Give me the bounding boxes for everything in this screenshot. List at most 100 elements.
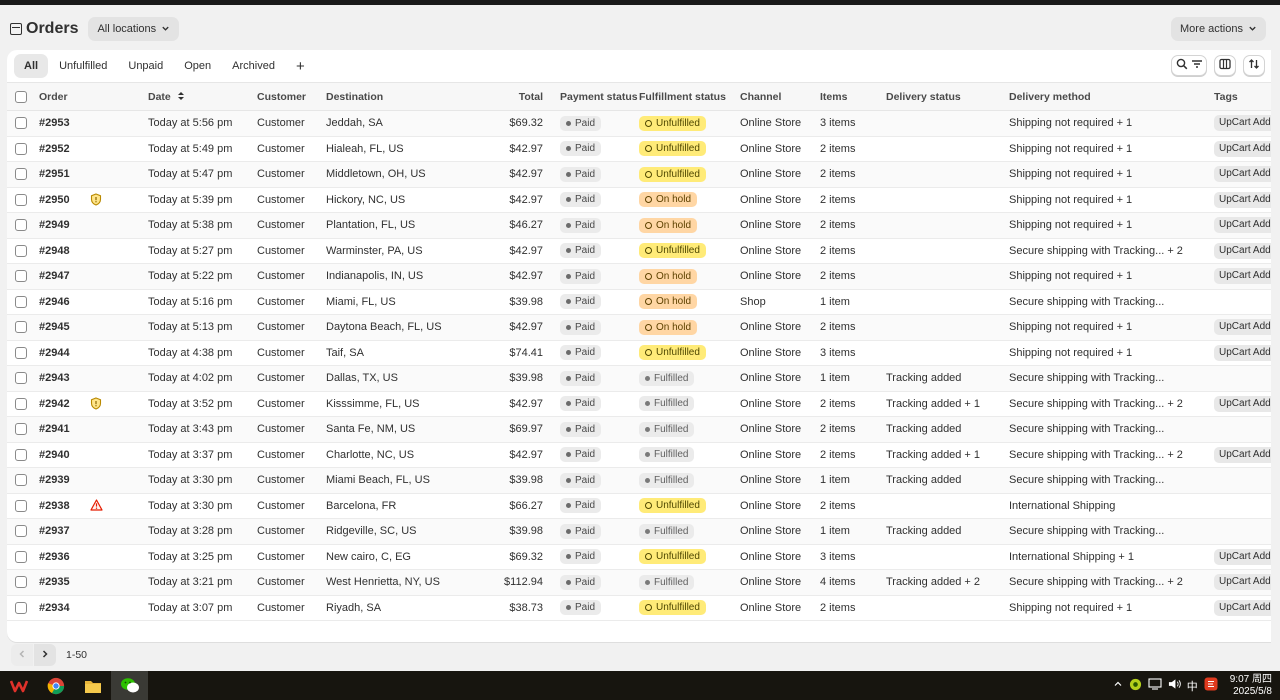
items-cell[interactable]: 2 items (820, 321, 886, 333)
table-row[interactable]: #2934 Today at 3:07 pm Customer Riyadh, SA $… (7, 596, 1271, 621)
select-all-checkbox[interactable] (15, 90, 27, 103)
items-cell[interactable]: 2 items (820, 168, 886, 180)
col-destination[interactable]: Destination (326, 91, 471, 103)
items-cell[interactable]: 2 items (820, 449, 886, 461)
items-cell[interactable]: 1 item (820, 296, 886, 308)
customer-cell[interactable]: Customer (257, 321, 326, 333)
customer-cell[interactable]: Customer (257, 525, 326, 537)
network-icon[interactable] (1148, 678, 1162, 693)
status-dot-icon[interactable] (1129, 678, 1142, 694)
add-view-button[interactable]: + (286, 54, 315, 78)
tab-all[interactable]: All (14, 54, 49, 78)
order-number-link[interactable]: #2950 (39, 194, 70, 206)
order-number-link[interactable]: #2946 (39, 296, 70, 308)
items-cell[interactable]: 2 items (820, 194, 886, 206)
items-cell[interactable]: 2 items (820, 270, 886, 282)
row-checkbox[interactable] (15, 474, 27, 487)
row-checkbox[interactable] (15, 576, 27, 589)
customer-cell[interactable]: Customer (257, 296, 326, 308)
order-number-link[interactable]: #2937 (39, 525, 70, 537)
table-row[interactable]: #2947 Today at 5:22 pm Customer Indianapoli… (7, 264, 1271, 290)
row-checkbox[interactable] (15, 499, 27, 512)
customer-cell[interactable]: Customer (257, 219, 326, 231)
customer-cell[interactable]: Customer (257, 474, 326, 486)
customer-cell[interactable]: Customer (257, 347, 326, 359)
clock[interactable]: 9:07 周四 2025/5/8 (1230, 674, 1272, 698)
order-number-link[interactable]: #2951 (39, 168, 70, 180)
items-cell[interactable]: 2 items (820, 245, 886, 257)
order-number-link[interactable]: #2944 (39, 347, 70, 359)
volume-icon[interactable] (1168, 678, 1181, 693)
row-checkbox[interactable] (15, 448, 27, 461)
customer-cell[interactable]: Customer (257, 602, 326, 614)
customer-cell[interactable]: Customer (257, 117, 326, 129)
order-number-link[interactable]: #2952 (39, 143, 70, 155)
row-checkbox[interactable] (15, 321, 27, 334)
row-checkbox[interactable] (15, 397, 27, 410)
table-row[interactable]: #2942 Today at 3:52 pm Customer Kisssimme, … (7, 392, 1271, 417)
next-page-button[interactable] (34, 644, 56, 666)
table-row[interactable]: #2944 Today at 4:38 pm Customer Taif, SA $74… (7, 341, 1271, 366)
risk-shield-icon[interactable] (90, 397, 104, 411)
order-number-link[interactable]: #2945 (39, 321, 70, 333)
customer-cell[interactable]: Customer (257, 398, 326, 410)
customer-cell[interactable]: Customer (257, 270, 326, 282)
table-row[interactable]: #2948 Today at 5:27 pm Customer Warminster,… (7, 239, 1271, 264)
items-cell[interactable]: 2 items (820, 602, 886, 614)
items-cell[interactable]: 2 items (820, 398, 886, 410)
col-total[interactable]: Total (471, 91, 545, 103)
order-number-link[interactable]: #2935 (39, 576, 70, 588)
wechat-icon[interactable] (111, 671, 148, 700)
col-fulfillment-status[interactable]: Fulfillment status (639, 91, 740, 103)
row-checkbox[interactable] (15, 525, 27, 538)
row-checkbox[interactable] (15, 117, 27, 130)
row-checkbox[interactable] (15, 244, 27, 257)
row-checkbox[interactable] (15, 168, 27, 181)
order-number-link[interactable]: #2953 (39, 117, 70, 129)
items-cell[interactable]: 4 items (820, 576, 886, 588)
row-checkbox[interactable] (15, 270, 27, 283)
customer-cell[interactable]: Customer (257, 245, 326, 257)
col-delivery-status[interactable]: Delivery status (886, 91, 1009, 103)
col-delivery-method[interactable]: Delivery method (1009, 91, 1214, 103)
ime-app-icon[interactable] (1204, 677, 1218, 694)
order-number-link[interactable]: #2936 (39, 551, 70, 563)
search-filter-button[interactable] (1171, 55, 1207, 76)
table-row[interactable]: #2939 Today at 3:30 pm Customer Miami Beach… (7, 468, 1271, 494)
col-date[interactable]: Date (148, 91, 257, 103)
table-row[interactable]: #2938 Today at 3:30 pm Customer Barcelona, … (7, 494, 1271, 519)
table-row[interactable]: #2945 Today at 5:13 pm Customer Daytona Bea… (7, 315, 1271, 341)
wps-icon[interactable] (0, 671, 37, 700)
table-row[interactable]: #2941 Today at 3:43 pm Customer Santa Fe, N… (7, 417, 1271, 443)
order-number-link[interactable]: #2940 (39, 449, 70, 461)
warning-icon[interactable] (89, 499, 104, 513)
table-row[interactable]: #2950 Today at 5:39 pm Customer Hickory, NC… (7, 188, 1271, 213)
table-row[interactable]: #2940 Today at 3:37 pm Customer Charlotte, … (7, 443, 1271, 468)
customer-cell[interactable]: Customer (257, 194, 326, 206)
sort-button[interactable] (1243, 55, 1265, 76)
table-row[interactable]: #2935 Today at 3:21 pm Customer West Henrie… (7, 570, 1271, 596)
table-row[interactable]: #2937 Today at 3:28 pm Customer Ridgeville,… (7, 519, 1271, 545)
ime-indicator[interactable]: 中 (1187, 678, 1198, 694)
row-checkbox[interactable] (15, 295, 27, 308)
table-row[interactable]: #2952 Today at 5:49 pm Customer Hialeah, FL… (7, 137, 1271, 162)
customer-cell[interactable]: Customer (257, 423, 326, 435)
table-row[interactable]: #2949 Today at 5:38 pm Customer Plantation,… (7, 213, 1271, 239)
order-number-link[interactable]: #2934 (39, 602, 70, 614)
items-cell[interactable]: 3 items (820, 347, 886, 359)
row-checkbox[interactable] (15, 423, 27, 436)
col-items[interactable]: Items (820, 91, 886, 103)
row-checkbox[interactable] (15, 372, 27, 385)
customer-cell[interactable]: Customer (257, 168, 326, 180)
items-cell[interactable]: 1 item (820, 372, 886, 384)
items-cell[interactable]: 3 items (820, 117, 886, 129)
row-checkbox[interactable] (15, 193, 27, 206)
row-checkbox[interactable] (15, 219, 27, 232)
items-cell[interactable]: 1 item (820, 525, 886, 537)
order-number-link[interactable]: #2942 (39, 398, 70, 410)
row-checkbox[interactable] (15, 601, 27, 614)
table-row[interactable]: #2936 Today at 3:25 pm Customer New cairo, … (7, 545, 1271, 570)
order-number-link[interactable]: #2948 (39, 245, 70, 257)
order-number-link[interactable]: #2943 (39, 372, 70, 384)
table-row[interactable]: #2943 Today at 4:02 pm Customer Dallas, TX,… (7, 366, 1271, 392)
